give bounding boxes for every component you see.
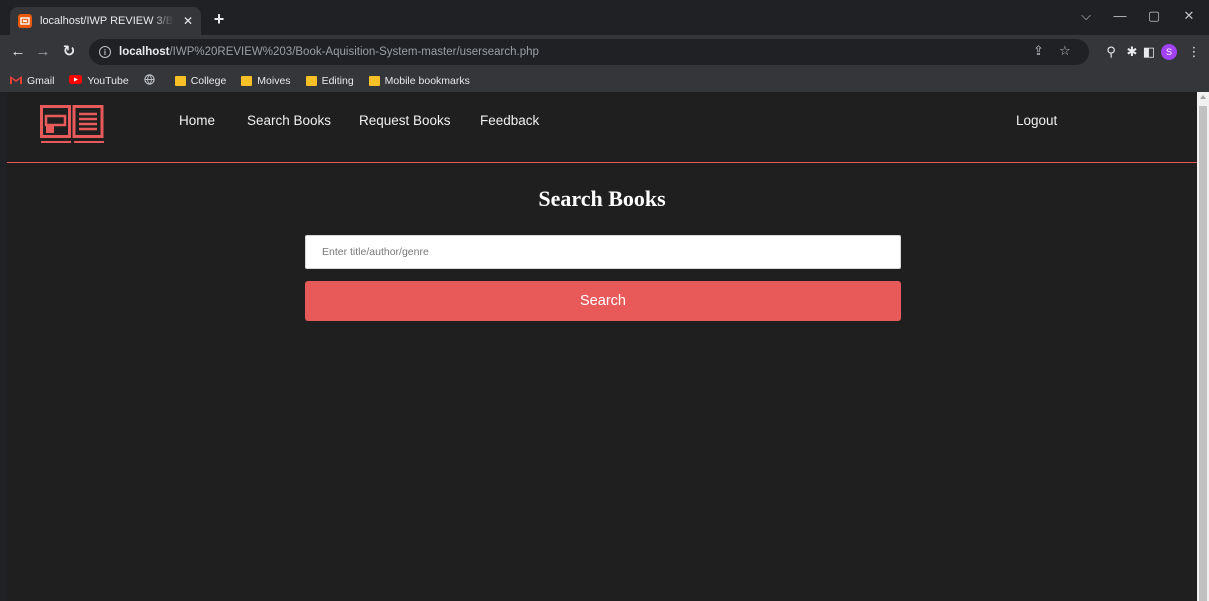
scroll-up-arrow-icon[interactable] — [1200, 95, 1206, 99]
menu-kebab-icon[interactable]: ⋮ — [1186, 43, 1202, 61]
bookmark-label: Gmail — [27, 74, 55, 87]
url-path: /IWP%20REVIEW%203/Book-Aquisition-System… — [169, 46, 539, 58]
site-info-icon[interactable]: i — [99, 46, 111, 58]
tab-search-icon[interactable]: ⌵ — [1071, 8, 1101, 24]
bookmark-globe[interactable] — [143, 73, 160, 88]
extensions-puzzle-icon[interactable]: ✱ — [1124, 43, 1140, 61]
nav-link-feedback[interactable]: Feedback — [480, 113, 539, 128]
bookmark-folder-moives[interactable]: Moives — [241, 74, 291, 87]
page-viewport: Home Search Books Request Books Feedback… — [7, 92, 1197, 601]
xampp-icon — [18, 14, 32, 28]
scrollbar-thumb[interactable] — [1199, 106, 1207, 601]
globe-icon — [143, 73, 155, 88]
site-navbar: Home Search Books Request Books Feedback… — [7, 92, 1197, 163]
search-input[interactable] — [305, 235, 901, 269]
bookmark-label: Mobile bookmarks — [384, 74, 470, 87]
tab-strip: localhost/IWP REVIEW 3/Book-Aquisition-S… — [0, 0, 1209, 35]
browser-toolbar: ← → ↻ i localhost/IWP%20REVIEW%203/Book-… — [0, 35, 1209, 69]
reload-icon[interactable]: ↻ — [60, 43, 78, 61]
minimize-icon[interactable]: — — [1105, 8, 1135, 23]
nav-link-search-books[interactable]: Search Books — [247, 113, 331, 128]
nav-link-home[interactable]: Home — [179, 113, 215, 128]
bookmark-folder-editing[interactable]: Editing — [305, 74, 354, 87]
folder-icon — [305, 75, 317, 86]
window-close-icon[interactable]: ✕ — [1174, 8, 1204, 24]
extension-tag-icon[interactable]: ⚲ — [1103, 43, 1119, 61]
tab-title: localhost/IWP REVIEW 3/Book-Aquisition-S… — [40, 15, 174, 27]
browser-window: localhost/IWP REVIEW 3/Book-Aquisition-S… — [0, 0, 1209, 601]
bookmark-label: Moives — [257, 74, 291, 87]
folder-icon — [174, 75, 186, 86]
url-text: localhost/IWP%20REVIEW%203/Book-Aquisiti… — [119, 46, 539, 58]
share-icon[interactable]: ⇪ — [1033, 43, 1044, 59]
bookmark-gmail[interactable]: Gmail — [10, 75, 54, 87]
nav-link-request-books[interactable]: Request Books — [359, 113, 451, 128]
forward-icon[interactable]: → — [34, 43, 52, 61]
bookmark-star-icon[interactable]: ☆ — [1059, 43, 1071, 59]
address-bar[interactable]: i localhost/IWP%20REVIEW%203/Book-Aquisi… — [89, 39, 1089, 65]
browser-tab[interactable]: localhost/IWP REVIEW 3/Book-Aquisition-S… — [10, 7, 201, 35]
new-tab-icon[interactable]: + — [209, 9, 229, 29]
side-panel-icon[interactable]: ◧ — [1141, 43, 1157, 61]
youtube-icon — [69, 74, 83, 87]
back-icon[interactable]: ← — [9, 43, 27, 61]
bookmark-label: YouTube — [87, 74, 129, 87]
nav-link-logout[interactable]: Logout — [1016, 113, 1057, 128]
restore-icon[interactable]: ▢ — [1139, 8, 1169, 24]
bookmark-label: College — [190, 74, 227, 87]
folder-icon — [241, 75, 253, 86]
bookmark-label: Editing — [321, 74, 354, 87]
bookmark-youtube[interactable]: YouTube — [69, 74, 129, 87]
profile-avatar[interactable]: S — [1161, 44, 1177, 60]
folder-icon — [368, 75, 380, 86]
tab-close-icon[interactable]: ✕ — [180, 14, 196, 28]
page-title: Search Books — [538, 186, 666, 211]
bookmark-folder-college[interactable]: College — [174, 74, 227, 87]
search-button[interactable]: Search — [305, 281, 901, 321]
book-logo-icon[interactable] — [40, 105, 106, 150]
bookmark-folder-mobile[interactable]: Mobile bookmarks — [368, 74, 470, 87]
url-host: localhost — [119, 46, 170, 58]
gmail-icon — [10, 75, 22, 87]
page-scrollbar[interactable] — [1197, 92, 1209, 601]
bookmarks-bar: Gmail YouTube College Moives Editing Mob… — [0, 69, 1209, 92]
